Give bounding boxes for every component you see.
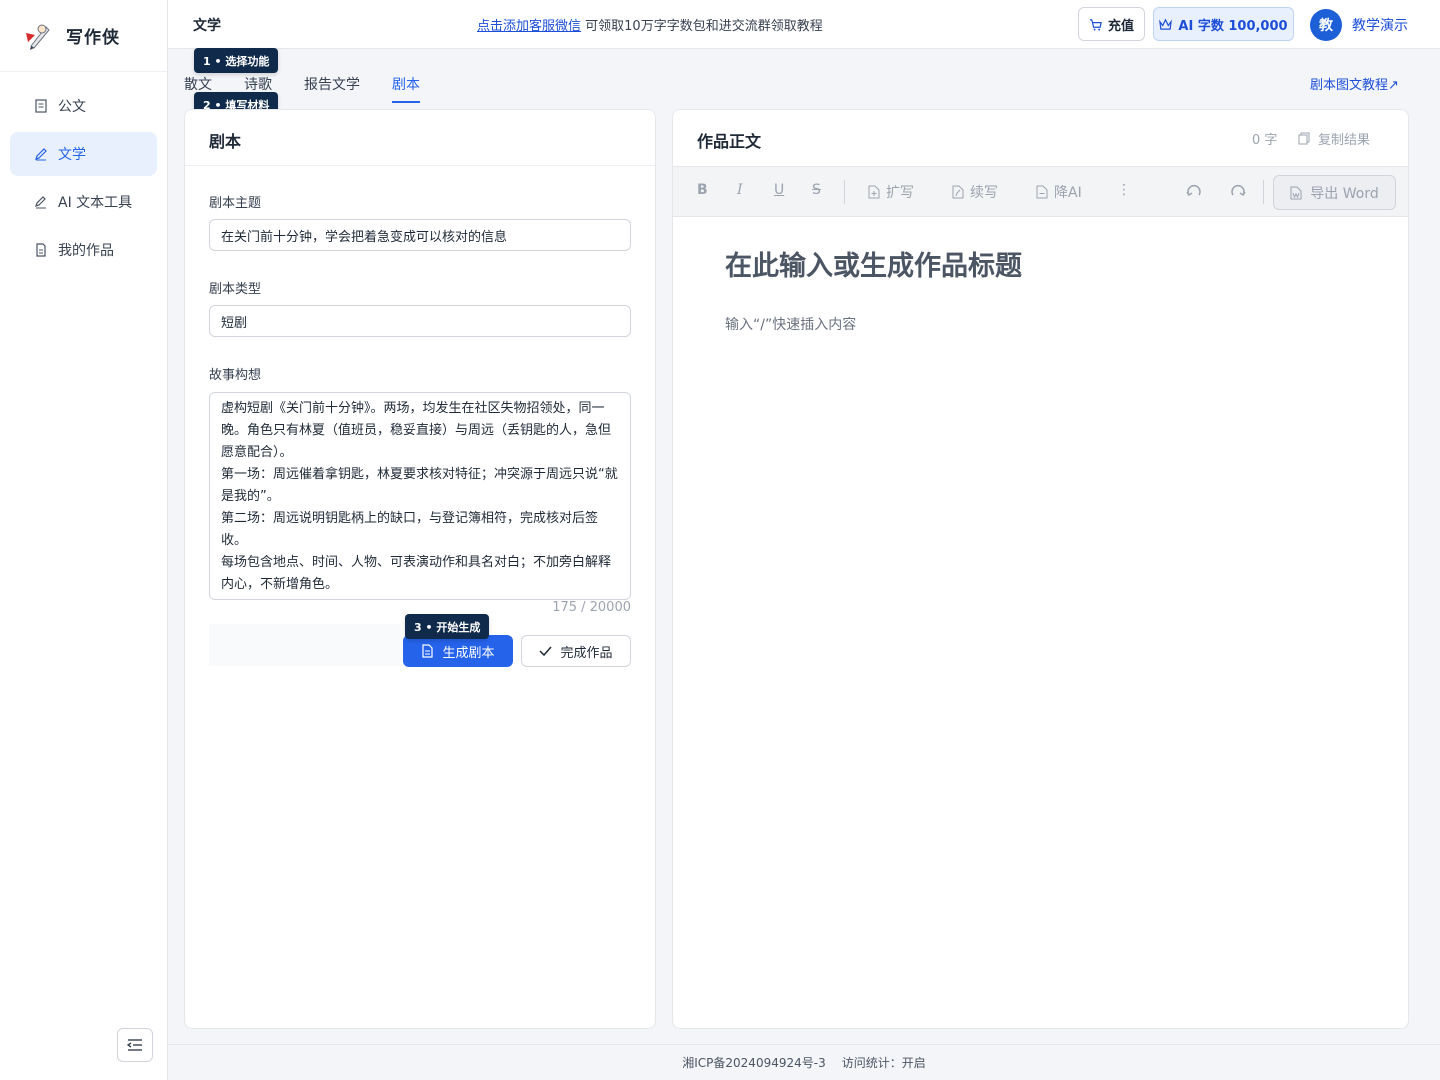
expand-doc-icon (868, 185, 880, 199)
finish-work-button[interactable]: 完成作品 (521, 635, 631, 667)
avatar[interactable]: 教 (1310, 9, 1342, 41)
redo-icon (1231, 185, 1246, 197)
generate-script-button[interactable]: 生成剧本 (403, 635, 513, 667)
toolbar-divider (1263, 180, 1264, 204)
story-textarea[interactable]: 虚构短剧《关门前十分钟》。两场，均发生在社区失物招领处，同一晚。角色只有林夏（值… (209, 392, 631, 600)
theme-label: 剧本主题 (209, 196, 262, 211)
pen-mascot-icon (26, 24, 50, 50)
pen-icon (35, 148, 47, 161)
brand[interactable]: 写作侠 (0, 0, 167, 72)
header-notice: 点击添加客服微信 可领取10万字字数包和进交流群领取教程 (477, 15, 823, 34)
type-label: 剧本类型 (209, 282, 262, 297)
reduce-ai-label: 降AI (1054, 185, 1082, 201)
icp-record-link[interactable]: 湘ICP备2024094924号-3 (682, 1054, 825, 1071)
sidebar-item-label: 文学 (58, 147, 86, 163)
step-badge-start-generate: 3 • 开始生成 (405, 614, 490, 639)
sidebar: 写作侠 公文 文学 AI 文本工具 我的作品 (0, 0, 168, 1080)
more-options-button[interactable]: ⋮ (1117, 182, 1131, 198)
continue-doc-icon (952, 185, 964, 199)
edit-icon (35, 196, 46, 209)
collapse-sidebar-button[interactable] (117, 1028, 153, 1062)
generate-label: 生成剧本 (442, 645, 495, 661)
add-support-wechat-link[interactable]: 点击添加客服微信 (477, 19, 581, 34)
collapse-menu-icon (127, 1039, 142, 1051)
action-bar-background (209, 624, 401, 666)
username[interactable]: 教学演示 (1352, 15, 1408, 35)
story-label: 故事构想 (209, 368, 262, 383)
script-tutorial-link[interactable]: 剧本图文教程↗ (1310, 74, 1399, 93)
toolbar-divider (844, 180, 845, 204)
export-word-button[interactable]: 导出 Word (1273, 175, 1396, 210)
document-title-placeholder[interactable]: 在此输入或生成作品标题 (725, 244, 1022, 283)
document-icon (35, 99, 47, 113)
document-body-placeholder[interactable]: 输入“/”快速插入内容 (725, 314, 856, 334)
editor-panel-title: 作品正文 (697, 132, 762, 151)
continue-button[interactable]: 续写 (952, 182, 998, 202)
finish-label: 完成作品 (560, 645, 613, 661)
sidebar-item-label: 公文 (58, 99, 86, 115)
bold-button[interactable]: B (697, 182, 708, 198)
file-icon (36, 243, 46, 257)
type-input[interactable]: 短剧 (209, 305, 631, 337)
cart-icon (1089, 18, 1102, 31)
step-badge-select-function: 1 • 选择功能 (194, 48, 279, 73)
reduce-ai-button[interactable]: 降AI (1036, 182, 1082, 202)
recharge-label: 充值 (1107, 18, 1134, 34)
document-icon (422, 644, 434, 658)
footer: 湘ICP备2024094924号-3 访问统计：开启 (168, 1044, 1440, 1080)
export-doc-icon (1290, 186, 1302, 199)
copy-result-button[interactable]: 复制结果 (1298, 129, 1370, 148)
crown-icon (1159, 18, 1173, 30)
undo-icon (1186, 185, 1201, 197)
export-label: 导出 Word (1310, 185, 1379, 202)
sidebar-item-label: AI 文本工具 (58, 195, 133, 211)
expand-button[interactable]: 扩写 (868, 182, 914, 202)
visit-stats: 访问统计：开启 (841, 1056, 926, 1070)
redo-button[interactable] (1229, 182, 1247, 200)
character-counter: 175 / 20000 (552, 600, 631, 615)
sidebar-nav: 公文 文学 AI 文本工具 我的作品 (0, 72, 167, 288)
word-count: 0 字 (1252, 133, 1278, 148)
tab-reportage[interactable]: 报告文学 (304, 74, 360, 103)
sidebar-item-ai-tools[interactable]: AI 文本工具 (10, 180, 157, 224)
italic-button[interactable]: I (737, 182, 743, 198)
recharge-button[interactable]: 充值 (1078, 7, 1145, 41)
sidebar-item-label: 我的作品 (58, 243, 114, 259)
undo-button[interactable] (1185, 182, 1203, 200)
brand-name: 写作侠 (66, 28, 120, 48)
copy-icon (1298, 132, 1310, 145)
editor-panel: 作品正文 0 字 复制结果 B I U S 扩写 续写 降AI ⋮ 导出 Wor… (672, 109, 1409, 1029)
editor-head: 作品正文 0 字 复制结果 (673, 110, 1408, 166)
expand-label: 扩写 (886, 185, 914, 201)
script-form-panel: 剧本 剧本主题 在关门前十分钟，学会把着急变成可以核对的信息 剧本类型 短剧 故… (184, 109, 656, 1029)
top-header: 文学 点击添加客服微信 可领取10万字字数包和进交流群领取教程 充值 AI 字数… (168, 0, 1440, 49)
underline-button[interactable]: U (774, 182, 784, 198)
ai-quota-button[interactable]: AI 字数 100,000 (1153, 7, 1294, 41)
check-icon (539, 646, 553, 657)
sidebar-item-literature[interactable]: 文学 (10, 132, 157, 176)
strikethrough-button[interactable]: S (812, 182, 821, 198)
editor-toolbar: B I U S 扩写 续写 降AI ⋮ 导出 Word (673, 166, 1408, 217)
tab-script[interactable]: 剧本 (392, 74, 420, 103)
copy-result-label: 复制结果 (1318, 133, 1371, 148)
form-panel-title: 剧本 (185, 110, 655, 166)
theme-input[interactable]: 在关门前十分钟，学会把着急变成可以核对的信息 (209, 219, 631, 251)
ai-quota-label: AI 字数 100,000 (1178, 18, 1288, 34)
sidebar-item-my-works[interactable]: 我的作品 (10, 228, 157, 272)
notice-text: 可领取10万字字数包和进交流群领取教程 (585, 19, 823, 34)
page-title: 文学 (193, 18, 221, 34)
sidebar-item-official-docs[interactable]: 公文 (10, 84, 157, 128)
continue-label: 续写 (970, 185, 998, 201)
reduce-ai-doc-icon (1036, 185, 1048, 199)
